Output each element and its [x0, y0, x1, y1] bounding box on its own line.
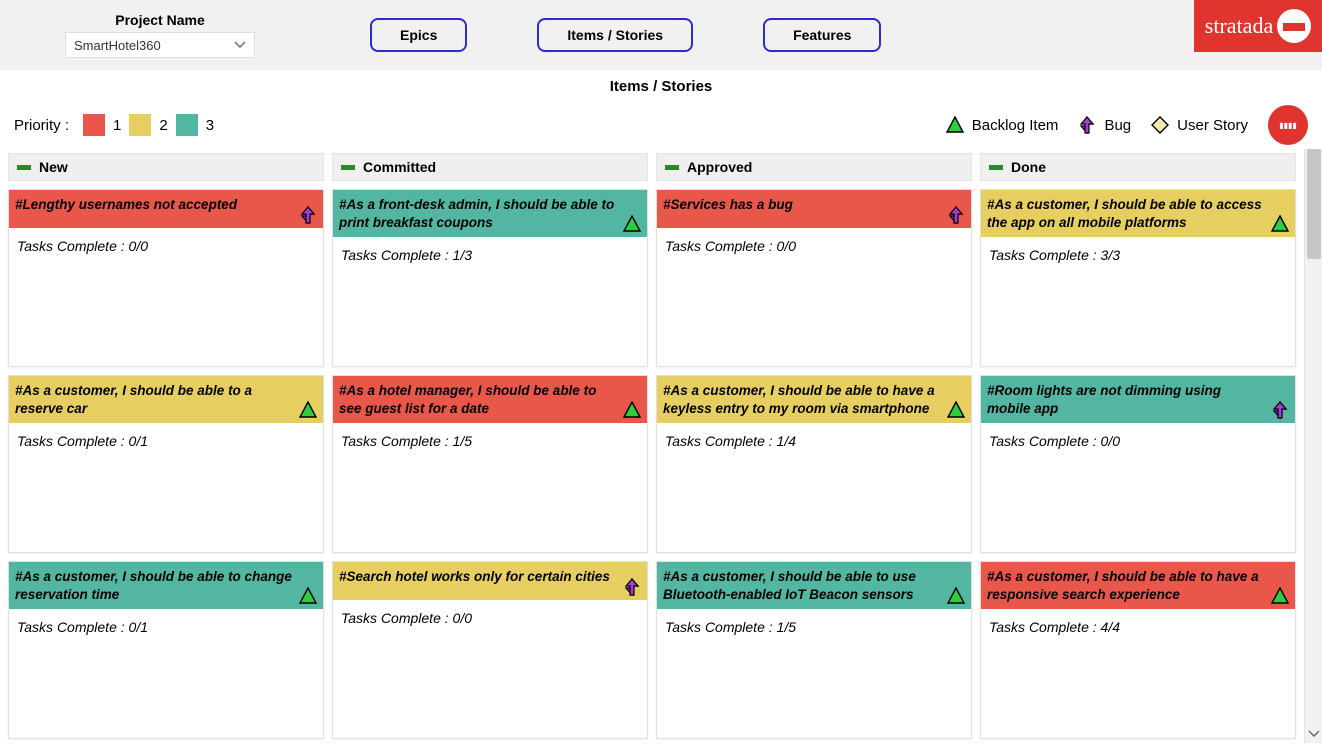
priority-swatch-2 — [129, 114, 151, 136]
board-card[interactable]: #As a front-desk admin, I should be able… — [332, 189, 648, 367]
project-name-label: Project Name — [115, 12, 204, 28]
board-column: Approved#Services has a bugTasks Complet… — [656, 153, 972, 739]
column-title: New — [39, 159, 68, 175]
board-card[interactable]: #Lengthy usernames not acceptedTasks Com… — [8, 189, 324, 367]
priority-value-1: 1 — [113, 117, 121, 134]
legend-backlog-item: Backlog Item — [946, 116, 1059, 134]
brand-badge: ▮▮▮▮ — [1268, 105, 1308, 145]
column-header[interactable]: Committed — [332, 153, 648, 181]
vertical-scrollbar[interactable] — [1304, 149, 1322, 743]
legend-bug: Bug — [1078, 116, 1131, 134]
backlog-icon — [299, 587, 317, 605]
column-header[interactable]: Approved — [656, 153, 972, 181]
priority-swatch-3 — [176, 114, 198, 136]
column-title: Approved — [687, 159, 752, 175]
bug-icon — [623, 578, 641, 596]
legend-user-story: User Story — [1151, 116, 1248, 134]
card-tasks-complete: Tasks Complete : 1/5 — [333, 423, 647, 459]
card-tasks-complete: Tasks Complete : 1/4 — [657, 423, 971, 459]
collapse-icon[interactable] — [341, 165, 355, 170]
features-button[interactable]: Features — [763, 18, 881, 52]
backlog-icon — [947, 587, 965, 605]
column-header[interactable]: Done — [980, 153, 1296, 181]
card-header: #Search hotel works only for certain cit… — [333, 562, 647, 600]
card-header: #As a customer, I should be able to use … — [657, 562, 971, 609]
board-card[interactable]: #As a customer, I should be able to have… — [656, 375, 972, 553]
card-header: #Room lights are not dimming using mobil… — [981, 376, 1295, 423]
card-tasks-complete: Tasks Complete : 0/0 — [981, 423, 1295, 459]
backlog-icon — [1271, 587, 1289, 605]
board-card[interactable]: #Search hotel works only for certain cit… — [332, 561, 648, 739]
card-header: #Services has a bug — [657, 190, 971, 228]
backlog-icon — [623, 215, 641, 233]
card-header: #As a front-desk admin, I should be able… — [333, 190, 647, 237]
bug-icon — [947, 206, 965, 224]
card-header: #As a customer, I should be able to chan… — [9, 562, 323, 609]
column-title: Done — [1011, 159, 1046, 175]
section-title: Items / Stories — [0, 78, 1322, 95]
card-tasks-complete: Tasks Complete : 0/1 — [9, 423, 323, 459]
card-tasks-complete: Tasks Complete : 0/0 — [657, 228, 971, 264]
card-tasks-complete: Tasks Complete : 0/0 — [333, 600, 647, 636]
epics-button[interactable]: Epics — [370, 18, 467, 52]
priority-swatch-1 — [83, 114, 105, 136]
board-column: Committed #As a front-desk admin, I shoul… — [332, 153, 648, 739]
project-select-value: SmartHotel360 — [74, 38, 161, 53]
items-stories-button[interactable]: Items / Stories — [537, 18, 693, 52]
legend-backlog-label: Backlog Item — [972, 117, 1059, 134]
priority-value-3: 3 — [206, 117, 214, 134]
bug-icon — [1078, 116, 1096, 134]
backlog-icon — [623, 401, 641, 419]
card-tasks-complete: Tasks Complete : 1/5 — [657, 609, 971, 645]
card-tasks-complete: Tasks Complete : 4/4 — [981, 609, 1295, 645]
legend-bug-label: Bug — [1104, 117, 1131, 134]
priority-label: Priority : — [14, 117, 69, 134]
board-card[interactable]: #As a hotel manager, I should be able to… — [332, 375, 648, 553]
bug-icon — [299, 206, 317, 224]
brand-logo-text: stratada — [1205, 13, 1273, 39]
board-card[interactable]: #Room lights are not dimming using mobil… — [980, 375, 1296, 553]
card-tasks-complete: Tasks Complete : 1/3 — [333, 237, 647, 273]
project-select[interactable]: SmartHotel360 — [65, 32, 255, 58]
card-header: #As a customer, I should be able to acce… — [981, 190, 1295, 237]
collapse-icon[interactable] — [17, 165, 31, 170]
card-tasks-complete: Tasks Complete : 0/1 — [9, 609, 323, 645]
column-header[interactable]: New — [8, 153, 324, 181]
board-column: Done #As a customer, I should be able to … — [980, 153, 1296, 739]
board-card[interactable]: #As a customer, I should be able to a re… — [8, 375, 324, 553]
backlog-icon — [946, 116, 964, 134]
legend-user-story-label: User Story — [1177, 117, 1248, 134]
card-header: #As a hotel manager, I should be able to… — [333, 376, 647, 423]
brand-logo: stratada — [1194, 0, 1322, 52]
collapse-icon[interactable] — [989, 165, 1003, 170]
scroll-down-icon[interactable] — [1305, 725, 1322, 743]
board-card[interactable]: #As a customer, I should be able to have… — [980, 561, 1296, 739]
column-title: Committed — [363, 159, 436, 175]
board-card[interactable]: #As a customer, I should be able to acce… — [980, 189, 1296, 367]
top-bar: Project Name SmartHotel360 Epics Items /… — [0, 0, 1322, 70]
card-header: #As a customer, I should be able to have… — [981, 562, 1295, 609]
board-card[interactable]: #As a customer, I should be able to chan… — [8, 561, 324, 739]
chevron-down-icon — [234, 39, 246, 51]
card-header: #As a customer, I should be able to a re… — [9, 376, 323, 423]
scrollbar-thumb[interactable] — [1307, 149, 1321, 259]
card-tasks-complete: Tasks Complete : 0/0 — [9, 228, 323, 264]
board-card[interactable]: #As a customer, I should be able to use … — [656, 561, 972, 739]
user-story-icon — [1151, 116, 1169, 134]
card-header: #Lengthy usernames not accepted — [9, 190, 323, 228]
card-header: #As a customer, I should be able to have… — [657, 376, 971, 423]
board-card[interactable]: #Services has a bugTasks Complete : 0/0 — [656, 189, 972, 367]
backlog-icon — [1271, 215, 1289, 233]
card-tasks-complete: Tasks Complete : 3/3 — [981, 237, 1295, 273]
backlog-icon — [299, 401, 317, 419]
priority-value-2: 2 — [159, 117, 167, 134]
bug-icon — [1271, 401, 1289, 419]
collapse-icon[interactable] — [665, 165, 679, 170]
board-column: New#Lengthy usernames not acceptedTasks … — [8, 153, 324, 739]
backlog-icon — [947, 401, 965, 419]
legend-row: Priority : 1 2 3 Backlog Item Bug User S… — [0, 95, 1322, 149]
kanban-board: New#Lengthy usernames not acceptedTasks … — [0, 149, 1304, 747]
